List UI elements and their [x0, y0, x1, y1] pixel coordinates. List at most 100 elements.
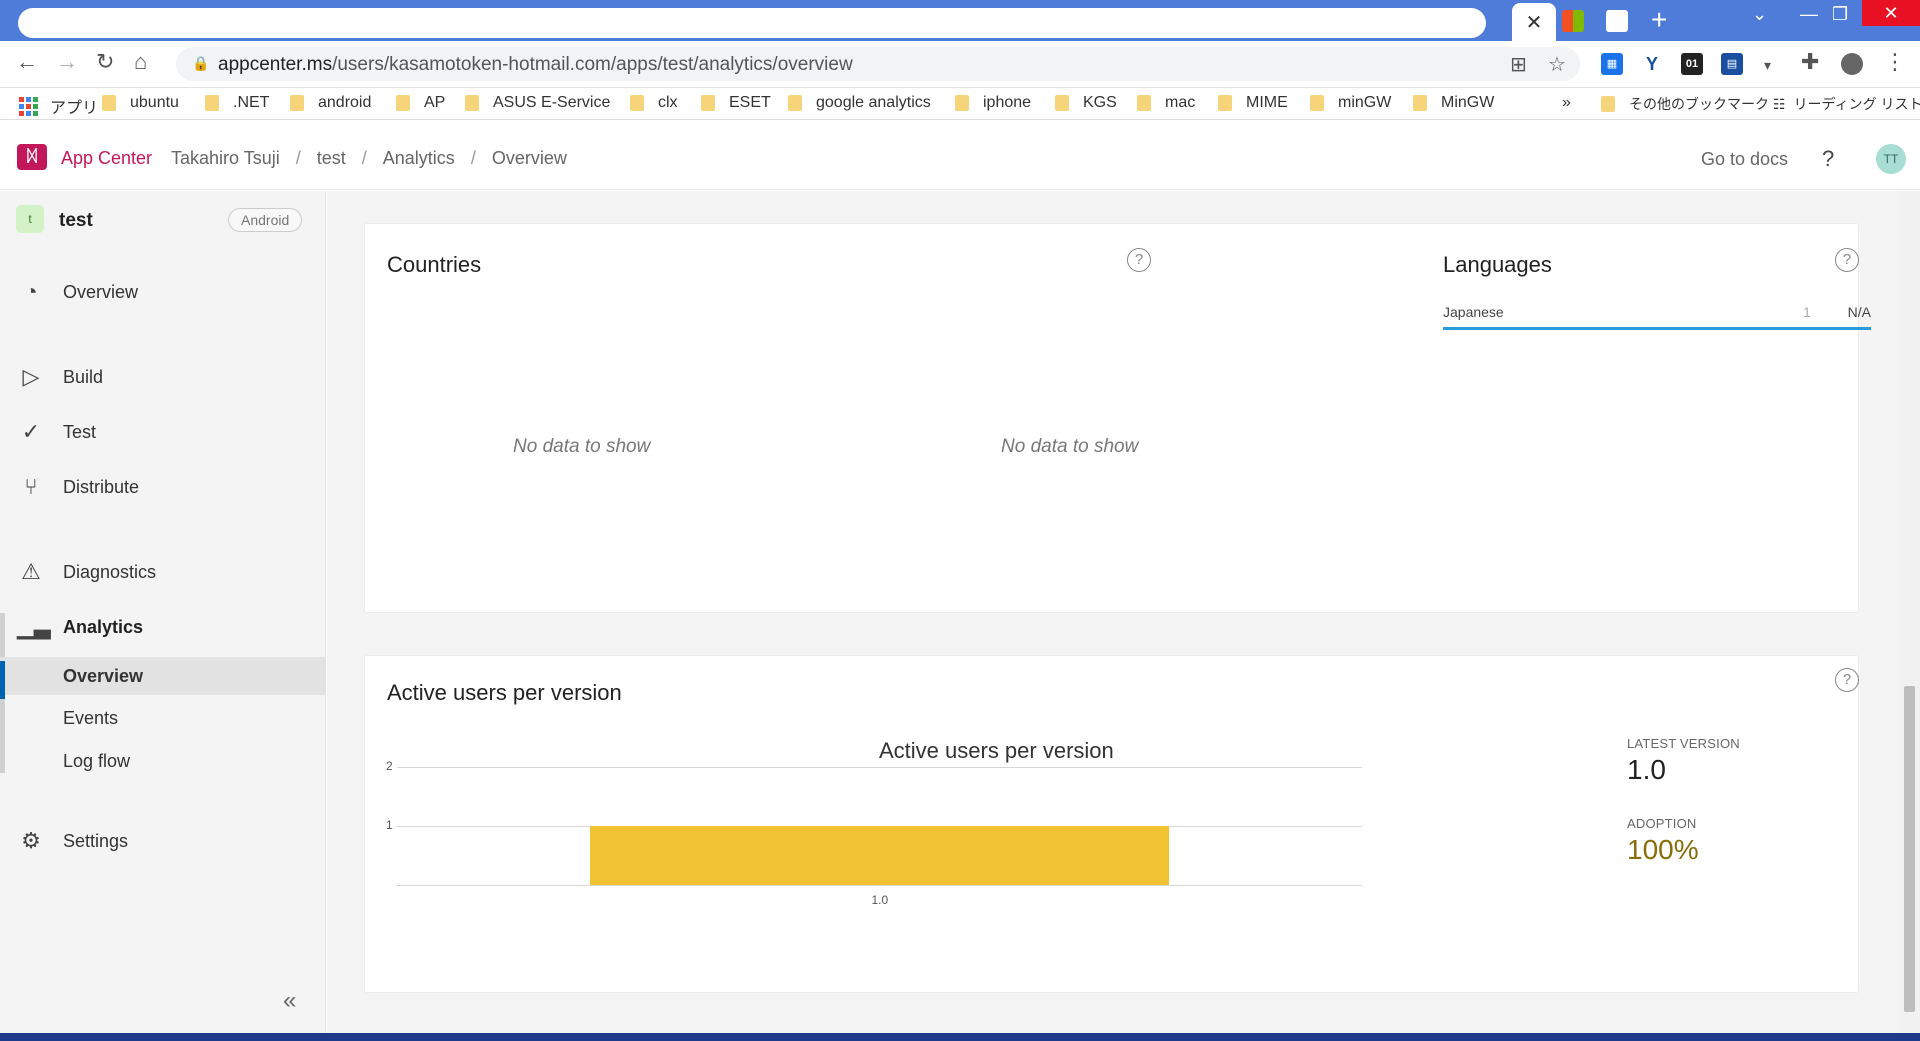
profile-icon[interactable] — [1841, 53, 1863, 75]
minimize-icon[interactable]: — — [1800, 4, 1818, 25]
breadcrumb-app[interactable]: test — [317, 148, 346, 168]
doc-tab-icon[interactable] — [1606, 10, 1628, 32]
sidebar-subitem-overview[interactable]: Overview — [0, 657, 326, 695]
warning-icon: ⚠ — [21, 559, 41, 584]
folder-icon — [1137, 95, 1151, 111]
restore-icon[interactable]: ❐ — [1832, 4, 1848, 25]
language-row[interactable]: Japanese 1 N/A — [1443, 300, 1871, 330]
breadcrumb-section[interactable]: Analytics — [383, 148, 455, 168]
language-percent: N/A — [1847, 304, 1871, 320]
tab-search-icon[interactable]: ⌄ — [1752, 4, 1767, 25]
browser-tab-strip: ✕ + ⌄ — ❐ ✕ — [0, 0, 1920, 41]
extensions-puzzle-icon[interactable]: ✚ — [1801, 49, 1819, 75]
chart-gridline — [397, 767, 1362, 768]
brand-link[interactable]: App Center — [61, 148, 152, 169]
folder-icon — [955, 95, 969, 111]
bookmark-folder[interactable]: mac — [1137, 94, 1195, 112]
sidebar-item-settings[interactable]: ⚙ Settings — [0, 821, 326, 861]
bookmark-folder[interactable]: MIME — [1218, 94, 1288, 112]
window-close-icon[interactable]: ✕ — [1862, 0, 1920, 26]
other-bookmarks[interactable]: その他のブックマーク — [1601, 94, 1769, 114]
folder-icon — [465, 95, 479, 111]
browser-menu-icon[interactable]: ⋮ — [1884, 49, 1906, 75]
help-icon[interactable]: ? — [1822, 146, 1834, 172]
extension-binary-icon[interactable]: 01 — [1681, 53, 1703, 75]
app-name[interactable]: test — [59, 210, 93, 232]
sidebar-subitem-events[interactable]: Events — [0, 699, 326, 737]
go-to-docs-link[interactable]: Go to docs — [1701, 149, 1788, 170]
address-bar[interactable]: 🔒 appcenter.ms/users/kasamotoken-hotmail… — [176, 47, 1580, 81]
sidebar-item-build[interactable]: ▷ Build — [0, 357, 326, 397]
latest-version-label: LATEST VERSION — [1627, 736, 1740, 751]
bookmark-folder[interactable]: ASUS E-Service — [465, 94, 610, 112]
bookmark-apps[interactable]: アプリ — [19, 94, 98, 118]
gauge-icon: ◔ — [24, 279, 38, 304]
folder-icon — [205, 95, 219, 111]
scrollbar-thumb[interactable] — [1904, 686, 1915, 1012]
sidebar-subitem-log-flow[interactable]: Log flow — [0, 742, 326, 780]
adoption-value: 100% — [1627, 834, 1699, 865]
extension-dropdown-icon[interactable]: ▾ — [1764, 57, 1771, 74]
folder-icon — [290, 95, 304, 111]
app-badge: t — [16, 205, 44, 233]
bookmark-folder[interactable]: .NET — [205, 94, 269, 112]
sidebar-item-overview[interactable]: ◔ Overview — [0, 272, 326, 312]
browser-toolbar: ← → ↻ ⌂ 🔒 appcenter.ms/users/kasamotoken… — [0, 41, 1920, 88]
y-tick-label: 2 — [386, 759, 393, 773]
extension-y-icon[interactable]: Y — [1641, 53, 1663, 75]
bookmark-folder[interactable]: AP — [396, 94, 445, 112]
reload-icon[interactable]: ↻ — [96, 49, 114, 75]
app-center-logo-icon[interactable]: ᛞ — [17, 144, 47, 170]
latest-version-value: 1.0 — [1627, 754, 1666, 785]
sidebar-item-test[interactable]: ✓ Test — [0, 412, 326, 452]
bookmark-folder[interactable]: KGS — [1055, 94, 1117, 112]
chart-baseline — [397, 885, 1362, 886]
countries-help-icon[interactable]: ? — [1127, 248, 1151, 272]
versions-help-icon[interactable]: ? — [1835, 668, 1859, 692]
folder-icon — [1310, 95, 1324, 111]
extension-grid-icon[interactable]: ▦ — [1601, 53, 1623, 75]
lock-icon[interactable]: 🔒 — [192, 55, 209, 72]
platform-badge: Android — [228, 208, 303, 232]
url-text[interactable]: appcenter.ms/users/kasamotoken-hotmail.c… — [218, 54, 853, 76]
bookmark-folder[interactable]: ubuntu — [102, 94, 179, 112]
chart-bar[interactable] — [590, 826, 1169, 885]
countries-languages-card: Countries ? No data to show No data to s… — [364, 223, 1871, 613]
avatar[interactable]: TT — [1876, 144, 1906, 174]
bookmark-folder[interactable]: iphone — [955, 94, 1031, 112]
play-icon: ▷ — [22, 364, 40, 389]
collapse-sidebar-icon[interactable]: « — [283, 987, 296, 1015]
translate-icon[interactable]: ⊞ — [1510, 52, 1527, 77]
active-users-per-version-card: Active users per version ? Active users … — [364, 655, 1859, 993]
home-icon[interactable]: ⌂ — [134, 49, 147, 75]
back-icon[interactable]: ← — [16, 49, 38, 75]
forward-icon[interactable]: → — [56, 49, 78, 75]
bookmarks-bar: アプリ ubuntu .NET android AP ASUS E-Servic… — [0, 88, 1920, 120]
folder-icon — [630, 95, 644, 111]
extension-doc-icon[interactable]: ▤ — [1721, 53, 1743, 75]
bookmarks-overflow-button[interactable]: » — [1562, 94, 1571, 112]
sidebar-item-diagnostics[interactable]: ⚠ Diagnostics — [0, 552, 326, 592]
bookmark-folder[interactable]: android — [290, 94, 371, 112]
bookmark-star-icon[interactable]: ☆ — [1548, 52, 1566, 77]
languages-help-icon[interactable]: ? — [1835, 248, 1859, 272]
bookmark-folder[interactable]: MinGW — [1413, 94, 1494, 112]
language-count: 1 — [1803, 304, 1811, 320]
bookmark-folder[interactable]: google analytics — [788, 94, 931, 112]
new-tab-button[interactable]: + — [1651, 4, 1667, 36]
active-tab[interactable]: ✕ — [1512, 3, 1556, 41]
bookmark-folder[interactable]: clx — [630, 94, 678, 112]
folder-icon — [1055, 95, 1069, 111]
sidebar: t test Android ◔ Overview ▷ Build ✓ Test ⑂ D… — [0, 191, 326, 1033]
submenu-active-indicator — [0, 661, 5, 699]
breadcrumb-user[interactable]: Takahiro Tsuji — [171, 148, 280, 168]
bookmark-folder[interactable]: minGW — [1310, 94, 1391, 112]
reading-list[interactable]: ☷ リーディング リスト — [1773, 94, 1920, 114]
sidebar-item-distribute[interactable]: ⑂ Distribute — [0, 467, 326, 507]
bookmark-folder[interactable]: ESET — [701, 94, 771, 112]
sidebar-item-analytics[interactable]: ▁▃ Analytics — [0, 607, 326, 647]
close-tab-icon[interactable]: ✕ — [1526, 10, 1543, 35]
microsoft-tab-icon[interactable] — [1562, 10, 1584, 32]
folder-icon — [396, 95, 410, 111]
reading-list-icon: ☷ — [1773, 95, 1786, 112]
